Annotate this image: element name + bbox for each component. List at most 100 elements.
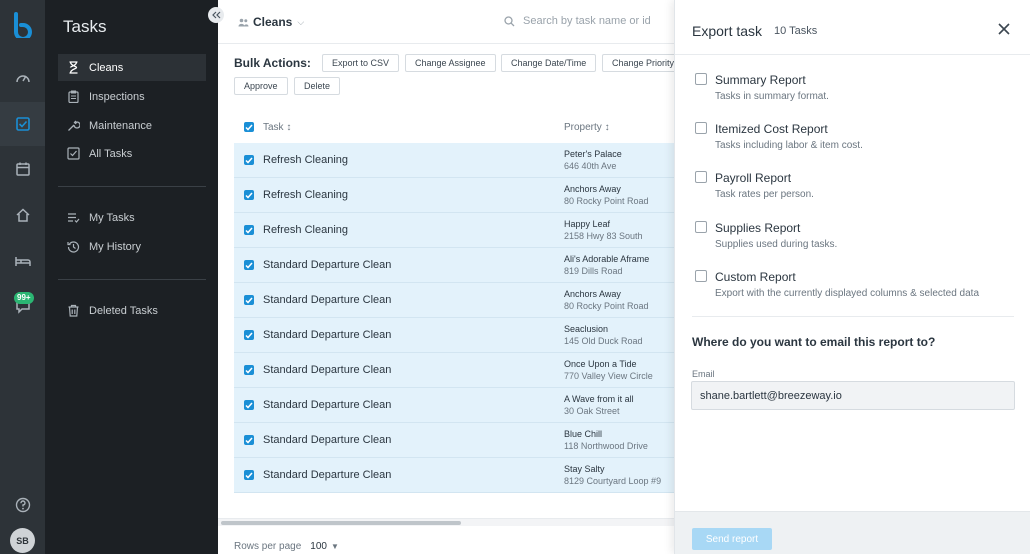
report-option-supplies[interactable]: Supplies Report Supplies used during tas… (695, 219, 1015, 259)
row-checkbox[interactable] (244, 435, 254, 445)
scroll-thumb[interactable] (221, 521, 461, 525)
collapse-sidebar-button[interactable] (208, 7, 224, 23)
table-row[interactable]: Standard Departure Clean Stay Salty 8129 C… (234, 458, 674, 493)
row-checkbox[interactable] (244, 365, 254, 375)
report-option-custom[interactable]: Custom Report Export with the currently … (695, 268, 1015, 308)
chevron-down-icon: ⌵ (297, 16, 305, 27)
change-assignee-button[interactable]: Change Assignee (405, 54, 496, 72)
table-row[interactable]: Standard Departure Clean Blue Chill 118 No… (234, 423, 674, 458)
table-row[interactable]: Standard Departure Clean Once Upon a Tide… (234, 353, 674, 388)
task-name[interactable]: Standard Departure Clean (263, 329, 391, 341)
delete-button[interactable]: Delete (294, 77, 341, 95)
check-icon (245, 437, 253, 444)
table-row[interactable]: Standard Departure Clean A Wave from it a… (234, 388, 674, 423)
search-input[interactable]: Search by task name or id (523, 15, 651, 27)
task-name[interactable]: Standard Departure Clean (263, 364, 391, 376)
approve-button[interactable]: Approve (234, 77, 288, 95)
view-dropdown-label: Cleans (253, 15, 293, 29)
report-checkbox[interactable] (695, 270, 707, 282)
chevron-down-icon[interactable]: ▼ (331, 542, 339, 551)
panel-header: Export task 10 Tasks (675, 0, 1030, 55)
row-checkbox[interactable] (244, 330, 254, 340)
check-icon (245, 297, 253, 304)
chat-icon[interactable] (0, 284, 45, 328)
task-name[interactable]: Standard Departure Clean (263, 469, 391, 481)
table-row[interactable]: Standard Departure Clean Anchors Away 80 R… (234, 283, 674, 318)
task-count: 10 Tasks (774, 25, 818, 37)
sidebar-item-inspections[interactable]: Inspections (58, 83, 206, 110)
row-checkbox[interactable] (244, 190, 254, 200)
table-row[interactable]: Refresh Cleaning Happy Leaf 2158 Hwy 83 So… (234, 213, 674, 248)
history-icon (67, 241, 80, 253)
column-header-task[interactable]: Task ↕ (263, 122, 291, 133)
report-option-itemized-cost[interactable]: Itemized Cost Report Tasks including lab… (695, 120, 1015, 160)
home-icon[interactable] (0, 193, 45, 237)
bulk-actions-label: Bulk Actions: (234, 56, 311, 70)
sidebar-item-all-tasks[interactable]: All Tasks (58, 140, 206, 167)
help-icon[interactable] (0, 483, 45, 527)
column-header-property[interactable]: Property ↕ (564, 122, 610, 133)
task-name[interactable]: Standard Departure Clean (263, 434, 391, 446)
check-icon (245, 402, 253, 409)
task-name[interactable]: Refresh Cleaning (263, 154, 348, 166)
avatar[interactable]: SB (10, 528, 35, 553)
sidebar-item-cleans[interactable]: Cleans (58, 54, 206, 81)
sidebar-item-maintenance[interactable]: Maintenance (58, 112, 206, 139)
brand-logo-icon[interactable] (0, 3, 45, 47)
property-address: 118 Northwood Drive (564, 441, 648, 451)
report-checkbox[interactable] (695, 171, 707, 183)
row-checkbox[interactable] (244, 295, 254, 305)
bed-icon[interactable] (0, 239, 45, 283)
sidebar-item-my-history[interactable]: My History (58, 233, 206, 260)
panel-title: Export task (692, 23, 763, 39)
calendar-icon[interactable] (0, 147, 45, 191)
select-all-checkbox[interactable] (244, 122, 254, 132)
inbox-icon[interactable] (0, 102, 45, 146)
send-report-button[interactable]: Send report (692, 528, 772, 550)
report-checkbox[interactable] (695, 73, 707, 85)
sidebar-item-my-tasks[interactable]: My Tasks (58, 204, 206, 231)
task-name[interactable]: Standard Departure Clean (263, 294, 391, 306)
property-name: Happy Leaf (564, 219, 611, 229)
task-name[interactable]: Refresh Cleaning (263, 189, 348, 201)
rows-per-page-select[interactable]: 100 (310, 541, 327, 552)
property-name: A Wave from it all (564, 394, 634, 404)
table-header: Task ↕ Property ↕ (234, 112, 674, 142)
search-icon (504, 15, 515, 26)
report-option-payroll[interactable]: Payroll Report Task rates per person. (695, 169, 1015, 209)
sidebar-item-label: My History (89, 240, 141, 253)
view-dropdown[interactable]: Cleans ⌵ (238, 15, 304, 29)
email-label: Email (692, 369, 715, 379)
table-row[interactable]: Refresh Cleaning Anchors Away 80 Rocky Poi… (234, 178, 674, 213)
close-button[interactable] (997, 22, 1011, 36)
change-date-time-button[interactable]: Change Date/Time (501, 54, 597, 72)
task-name[interactable]: Standard Departure Clean (263, 399, 391, 411)
check-icon (245, 472, 253, 479)
table-row[interactable]: Refresh Cleaning Peter's Palace 646 40th A… (234, 143, 674, 178)
row-checkbox[interactable] (244, 225, 254, 235)
change-priority-button[interactable]: Change Priority (602, 54, 674, 72)
sidebar-item-deleted-tasks[interactable]: Deleted Tasks (58, 297, 206, 324)
report-checkbox[interactable] (695, 122, 707, 134)
report-option-summary[interactable]: Summary Report Tasks in summary format. (695, 71, 1015, 111)
row-checkbox[interactable] (244, 470, 254, 480)
horizontal-scrollbar[interactable] (218, 518, 674, 526)
dashboard-gauge-icon[interactable] (0, 56, 45, 100)
email-field[interactable] (691, 381, 1015, 410)
report-description: Tasks including labor & item cost. (715, 140, 863, 151)
report-checkbox[interactable] (695, 221, 707, 233)
row-checkbox[interactable] (244, 400, 254, 410)
report-description: Export with the currently displayed colu… (715, 288, 980, 299)
search-bar[interactable]: Search by task name or id (504, 15, 651, 27)
sort-icon: ↕ (604, 121, 610, 133)
table-row[interactable]: Standard Departure Clean Ali's Adorable A… (234, 248, 674, 283)
sidebar-title: Tasks (63, 17, 107, 36)
table-row[interactable]: Standard Departure Clean Seaclusion 145 Ol… (234, 318, 674, 353)
row-checkbox[interactable] (244, 155, 254, 165)
check-icon (245, 332, 253, 339)
export-csv-button[interactable]: Export to CSV (322, 54, 400, 72)
task-name[interactable]: Refresh Cleaning (263, 224, 348, 236)
task-name[interactable]: Standard Departure Clean (263, 259, 391, 271)
report-title: Itemized Cost Report (715, 122, 828, 136)
row-checkbox[interactable] (244, 260, 254, 270)
